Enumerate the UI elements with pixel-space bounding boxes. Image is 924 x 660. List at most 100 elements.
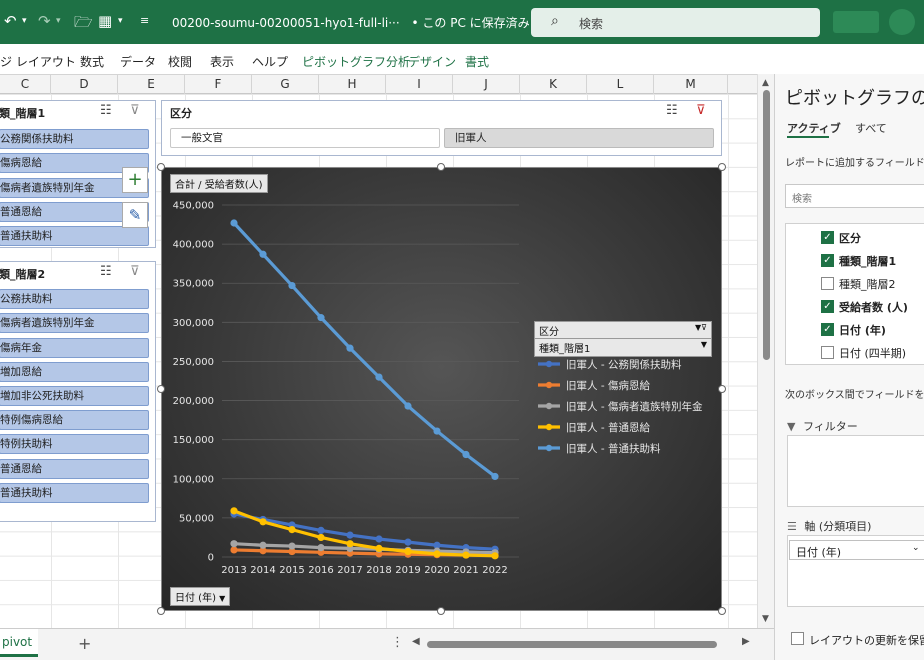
axis-field-item[interactable]: 日付 (年) ⌄	[789, 540, 924, 560]
tab-view[interactable]: 表示	[210, 53, 234, 70]
column-e[interactable]: E	[118, 75, 185, 94]
multi-select-icon[interactable]: ☷	[100, 103, 112, 118]
tab-review[interactable]: 校閲	[168, 53, 192, 70]
data-point	[317, 533, 325, 542]
sheet-tab-pivot[interactable]: pivot	[0, 629, 38, 657]
add-sheet-icon[interactable]: +	[78, 634, 91, 653]
field-item[interactable]: 区分	[839, 230, 861, 246]
column-j[interactable]: J	[453, 75, 520, 94]
tab-page-layout[interactable]: ジ レイアウト	[0, 53, 76, 70]
column-g[interactable]: G	[252, 75, 319, 94]
field-checkbox-checked[interactable]: ✓	[821, 323, 834, 336]
resize-handle[interactable]	[157, 163, 165, 171]
slicer-category2[interactable]: 類_階層2 ☷ ⊽ 公務扶助料 傷病者遺族特別年金 傷病年金 増加恩給 増加非公…	[0, 261, 156, 522]
column-m[interactable]: M	[654, 75, 728, 94]
data-point	[462, 450, 470, 459]
tab-design[interactable]: デザイン	[408, 53, 456, 70]
field-checkbox[interactable]	[821, 277, 834, 290]
slicer-kubun[interactable]: 区分 ☷ ⊽ 一般文官 旧軍人	[161, 100, 722, 156]
field-item[interactable]: 種類_階層1	[839, 253, 896, 269]
save-status[interactable]: • この PC に保存済み ∨	[412, 16, 543, 30]
tab-all[interactable]: すべて	[855, 120, 887, 136]
undo-dropdown-icon[interactable]: ▾	[22, 16, 27, 26]
tab-data[interactable]: データ	[120, 53, 156, 70]
column-i[interactable]: I	[386, 75, 453, 94]
field-item[interactable]: 日付 (年)	[839, 322, 886, 338]
chart-elements-button[interactable]: +	[122, 167, 148, 193]
scroll-down-icon[interactable]: ▼	[762, 614, 769, 624]
data-point	[259, 518, 267, 526]
slicer-item[interactable]: 増加非公死扶助料	[0, 386, 149, 406]
clear-filter-icon[interactable]: ⊽	[696, 103, 706, 118]
resize-handle[interactable]	[718, 607, 726, 615]
resize-handle[interactable]	[718, 163, 726, 171]
column-k[interactable]: K	[520, 75, 587, 94]
resize-handle[interactable]	[437, 163, 445, 171]
resize-handle[interactable]	[718, 385, 726, 393]
column-f[interactable]: F	[185, 75, 252, 94]
document-title[interactable]: 00200-soumu-00200051-hyo1-full-li··· • こ…	[172, 14, 542, 31]
slicer-item[interactable]: 旧軍人	[444, 128, 714, 148]
tab-help[interactable]: ヘルプ	[252, 53, 288, 70]
defer-update-checkbox[interactable]	[791, 632, 804, 645]
chart-styles-brush-icon[interactable]: ✎	[122, 202, 148, 228]
slicer-item[interactable]: 普通扶助料	[0, 226, 149, 246]
clear-filter-icon[interactable]: ⊽	[130, 103, 140, 118]
slicer-item[interactable]: 普通恩給	[0, 459, 149, 479]
field-search-input[interactable]: 検索	[785, 184, 924, 208]
account-name[interactable]	[833, 11, 879, 33]
field-checkbox-checked[interactable]: ✓	[821, 300, 834, 313]
column-c[interactable]: C	[0, 75, 51, 94]
defer-update-label: レイアウトの更新を保留す	[809, 634, 924, 647]
field-checkbox[interactable]	[821, 346, 834, 359]
redo-dropdown-icon[interactable]: ▾	[56, 16, 61, 26]
scroll-thumb[interactable]	[763, 90, 770, 360]
slicer-item[interactable]: 公務扶助料	[0, 289, 149, 309]
tab-active[interactable]: アクティブ	[787, 120, 841, 136]
data-point	[288, 281, 296, 290]
slicer-item[interactable]: 特例傷病恩給	[0, 410, 149, 430]
slicer-item[interactable]: 一般文官	[170, 128, 440, 148]
form-dropdown-icon[interactable]: ▾	[118, 16, 123, 26]
filter-area[interactable]	[787, 435, 924, 507]
open-folder-icon[interactable]: 🗁	[74, 12, 93, 37]
field-item[interactable]: 受給者数 (人)	[839, 299, 908, 315]
scroll-left-icon[interactable]: ◀	[412, 636, 420, 647]
field-checkbox-checked[interactable]: ✓	[821, 254, 834, 267]
slicer-item[interactable]: 傷病者遺族特別年金	[0, 313, 149, 333]
slicer-item[interactable]: 増加恩給	[0, 362, 149, 382]
horizontal-scroll-thumb[interactable]	[427, 641, 717, 648]
more-options-icon[interactable]: ⋮	[391, 635, 404, 650]
tab-pivotchart-analyze[interactable]: ピボットグラフ分析	[302, 53, 410, 70]
legend-label: 旧軍人 - 傷病者遺族特別年金	[566, 400, 703, 413]
field-item[interactable]: 種類_階層2	[839, 276, 896, 292]
column-d[interactable]: D	[51, 75, 118, 94]
avatar[interactable]	[889, 9, 915, 35]
multi-select-icon[interactable]: ☷	[100, 264, 112, 279]
multi-select-icon[interactable]: ☷	[666, 103, 678, 118]
customize-toolbar-icon[interactable]: ≡	[140, 14, 149, 27]
redo-icon[interactable]: ↷	[38, 12, 51, 30]
resize-handle[interactable]	[437, 607, 445, 615]
pivot-chart[interactable]: 合計 / 受給者数(人) 日付 (年) ▼ 区分 ▼⊽ 種類_階層1 ▼ 0 50…	[161, 167, 722, 611]
tab-formulas[interactable]: 数式	[80, 53, 104, 70]
slicer-item[interactable]: 公務関係扶助料	[0, 129, 149, 149]
slicer-item[interactable]: 特例扶助料	[0, 434, 149, 454]
scroll-right-icon[interactable]: ▶	[742, 636, 750, 647]
resize-handle[interactable]	[157, 385, 165, 393]
undo-icon[interactable]: ↶	[4, 12, 17, 30]
slicer-item[interactable]: 普通扶助料	[0, 483, 149, 503]
field-item[interactable]: 日付 (四半期)	[839, 345, 906, 361]
active-tab-indicator	[787, 136, 829, 138]
form-icon[interactable]: ▦	[98, 12, 112, 30]
slicer-item[interactable]: 傷病年金	[0, 338, 149, 358]
tab-format[interactable]: 書式	[465, 53, 489, 70]
clear-filter-icon[interactable]: ⊽	[130, 264, 140, 279]
column-h[interactable]: H	[319, 75, 386, 94]
vertical-scrollbar[interactable]: ▲ ▼	[757, 74, 774, 628]
scroll-up-icon[interactable]: ▲	[762, 78, 769, 88]
field-checkbox-checked[interactable]: ✓	[821, 231, 834, 244]
resize-handle[interactable]	[157, 607, 165, 615]
column-l[interactable]: L	[587, 75, 654, 94]
search-box[interactable]: ⌕ 検索	[531, 8, 820, 37]
